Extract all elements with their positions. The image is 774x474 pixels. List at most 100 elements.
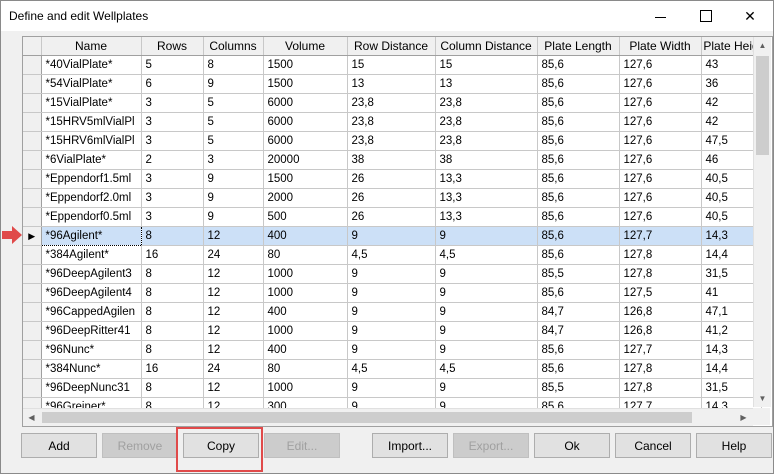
cell-name[interactable]: *54VialPlate* xyxy=(41,74,142,94)
row-header[interactable] xyxy=(23,207,42,227)
cell-column-distance[interactable]: 9 xyxy=(435,378,538,398)
cell-plate-width[interactable]: 127,6 xyxy=(619,131,702,151)
cell-plate-height[interactable]: 42 xyxy=(701,112,762,132)
minimize-button[interactable] xyxy=(637,1,683,31)
cell-volume[interactable]: 1000 xyxy=(263,378,348,398)
cell-columns[interactable]: 5 xyxy=(203,112,264,132)
cell-rows[interactable]: 3 xyxy=(141,93,204,113)
cell-column-distance[interactable]: 9 xyxy=(435,264,538,284)
row-header[interactable] xyxy=(23,283,42,303)
cell-name[interactable]: *40VialPlate* xyxy=(41,55,142,75)
cell-name[interactable]: *96CappedAgilen xyxy=(41,302,142,322)
row-header[interactable] xyxy=(23,74,42,94)
cell-name[interactable]: *96Nunc* xyxy=(41,340,142,360)
cell-plate-height[interactable]: 14,3 xyxy=(701,226,762,246)
column-header-rows[interactable]: Rows xyxy=(141,37,204,56)
row-header[interactable] xyxy=(23,321,42,341)
cell-columns[interactable]: 9 xyxy=(203,207,264,227)
scroll-down-icon[interactable]: ▼ xyxy=(754,390,771,407)
cell-volume[interactable]: 500 xyxy=(263,207,348,227)
cancel-button[interactable]: Cancel xyxy=(615,433,691,458)
export-button[interactable]: Export... xyxy=(453,433,529,458)
cell-column-distance[interactable]: 9 xyxy=(435,302,538,322)
cell-columns[interactable]: 12 xyxy=(203,340,264,360)
cell-columns[interactable]: 12 xyxy=(203,264,264,284)
maximize-button[interactable] xyxy=(683,1,729,31)
cell-plate-length[interactable]: 85,6 xyxy=(537,169,620,189)
cell-row-distance[interactable]: 9 xyxy=(347,340,436,360)
cell-plate-width[interactable]: 127,7 xyxy=(619,226,702,246)
cell-plate-width[interactable]: 127,6 xyxy=(619,150,702,170)
cell-row-distance[interactable]: 26 xyxy=(347,188,436,208)
cell-columns[interactable]: 12 xyxy=(203,226,264,246)
table-row[interactable]: *96DeepAgilent3 8 12 1000 9 9 85,5 127,8 31,5 xyxy=(23,264,762,284)
table-row[interactable]: *Eppendorf0.5ml 3 9 500 26 13,3 85,6 127,6 40,5 xyxy=(23,207,762,227)
cell-volume[interactable]: 400 xyxy=(263,226,348,246)
scroll-up-icon[interactable]: ▲ xyxy=(754,37,771,54)
cell-rows[interactable]: 8 xyxy=(141,378,204,398)
cell-volume[interactable]: 6000 xyxy=(263,112,348,132)
row-header[interactable] xyxy=(23,55,42,75)
cell-column-distance[interactable]: 13,3 xyxy=(435,169,538,189)
cell-volume[interactable]: 1500 xyxy=(263,74,348,94)
cell-columns[interactable]: 8 xyxy=(203,55,264,75)
cell-plate-height[interactable]: 42 xyxy=(701,93,762,113)
cell-name[interactable]: *96DeepRitter41 xyxy=(41,321,142,341)
cell-column-distance[interactable]: 9 xyxy=(435,340,538,360)
table-row[interactable]: *15HRV6mlVialPl 3 5 6000 23,8 23,8 85,6 127,6 47… xyxy=(23,131,762,151)
vertical-scroll-thumb[interactable] xyxy=(756,56,769,155)
cell-volume[interactable]: 1000 xyxy=(263,264,348,284)
table-row[interactable]: *6VialPlate* 2 3 20000 38 38 85,6 127,6 46 xyxy=(23,150,762,170)
cell-name[interactable]: *96DeepAgilent4 xyxy=(41,283,142,303)
row-header[interactable] xyxy=(23,359,42,379)
table-row[interactable]: *40VialPlate* 5 8 1500 15 15 85,6 127,6 43 xyxy=(23,55,762,75)
row-header[interactable] xyxy=(23,169,42,189)
cell-plate-width[interactable]: 127,6 xyxy=(619,93,702,113)
cell-column-distance[interactable]: 13 xyxy=(435,74,538,94)
cell-plate-height[interactable]: 43 xyxy=(701,55,762,75)
row-header[interactable] xyxy=(23,264,42,284)
cell-plate-height[interactable]: 40,5 xyxy=(701,169,762,189)
cell-plate-length[interactable]: 84,7 xyxy=(537,321,620,341)
close-button[interactable]: ✕ xyxy=(727,1,773,31)
cell-rows[interactable]: 8 xyxy=(141,264,204,284)
scroll-left-icon[interactable]: ◀ xyxy=(23,409,40,426)
cell-plate-width[interactable]: 127,6 xyxy=(619,169,702,189)
cell-plate-height[interactable]: 47,5 xyxy=(701,131,762,151)
cell-plate-height[interactable]: 36 xyxy=(701,74,762,94)
cell-row-distance[interactable]: 38 xyxy=(347,150,436,170)
cell-row-distance[interactable]: 9 xyxy=(347,283,436,303)
cell-rows[interactable]: 16 xyxy=(141,245,204,265)
cell-plate-length[interactable]: 85,6 xyxy=(537,340,620,360)
cell-volume[interactable]: 2000 xyxy=(263,188,348,208)
cell-plate-width[interactable]: 127,6 xyxy=(619,112,702,132)
column-header-column-distance[interactable]: Column Distance xyxy=(435,37,538,56)
scroll-right-icon[interactable]: ▶ xyxy=(735,409,752,426)
cell-row-distance[interactable]: 4,5 xyxy=(347,245,436,265)
cell-columns[interactable]: 9 xyxy=(203,188,264,208)
table-row[interactable]: *96DeepAgilent4 8 12 1000 9 9 85,6 127,5 41 xyxy=(23,283,762,303)
cell-plate-length[interactable]: 85,6 xyxy=(537,226,620,246)
column-header-plate-width[interactable]: Plate Width xyxy=(619,37,702,56)
cell-name[interactable]: *384Agilent* xyxy=(41,245,142,265)
cell-plate-width[interactable]: 127,6 xyxy=(619,55,702,75)
cell-column-distance[interactable]: 23,8 xyxy=(435,93,538,113)
cell-plate-height[interactable]: 31,5 xyxy=(701,264,762,284)
cell-rows[interactable]: 8 xyxy=(141,321,204,341)
cell-plate-height[interactable]: 14,4 xyxy=(701,245,762,265)
table-row[interactable]: *Eppendorf1.5ml 3 9 1500 26 13,3 85,6 127,6 40,5 xyxy=(23,169,762,189)
cell-columns[interactable]: 9 xyxy=(203,74,264,94)
row-header[interactable] xyxy=(23,340,42,360)
cell-name[interactable]: *384Nunc* xyxy=(41,359,142,379)
cell-column-distance[interactable]: 23,8 xyxy=(435,112,538,132)
cell-plate-length[interactable]: 85,5 xyxy=(537,264,620,284)
cell-rows[interactable]: 3 xyxy=(141,188,204,208)
cell-column-distance[interactable]: 23,8 xyxy=(435,131,538,151)
vertical-scrollbar[interactable]: ▲ ▼ xyxy=(753,37,771,407)
table-row[interactable]: *96DeepRitter41 8 12 1000 9 9 84,7 126,8 41,2 xyxy=(23,321,762,341)
cell-plate-width[interactable]: 127,5 xyxy=(619,283,702,303)
cell-volume[interactable]: 400 xyxy=(263,302,348,322)
help-button[interactable]: Help xyxy=(696,433,772,458)
cell-plate-length[interactable]: 85,6 xyxy=(537,55,620,75)
cell-column-distance[interactable]: 4,5 xyxy=(435,359,538,379)
